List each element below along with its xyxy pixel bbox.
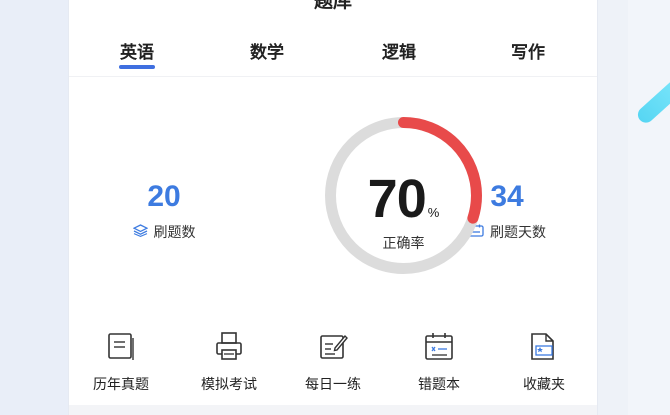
tool-favorites[interactable]: 收藏夹: [494, 330, 594, 394]
tool-mistake-book[interactable]: 错题本: [389, 330, 489, 394]
printer-icon: [213, 330, 245, 362]
tool-label: 每日一练: [305, 377, 361, 393]
tab-math[interactable]: 数学: [227, 38, 307, 63]
background-right-inner: [628, 0, 670, 415]
tool-label: 模拟考试: [201, 377, 257, 393]
stat-label-row: 刷题数: [104, 222, 224, 242]
background-left: [0, 0, 68, 415]
tab-label: 数学: [250, 43, 284, 63]
tab-label: 逻辑: [382, 43, 416, 63]
calendar-book-icon: [423, 330, 455, 362]
tool-grid: 历年真题 模拟考试 每日一练 错题本 收藏夹: [69, 330, 597, 400]
tab-logic[interactable]: 逻辑: [359, 38, 439, 63]
folder-icon: [528, 330, 560, 362]
tab-writing[interactable]: 写作: [488, 38, 568, 63]
accuracy-unit: %: [427, 205, 440, 220]
tab-english[interactable]: 英语: [97, 38, 177, 69]
active-tab-underline: [119, 65, 155, 69]
tool-label: 收藏夹: [523, 377, 565, 393]
accuracy-value: 70%: [322, 168, 485, 230]
tab-label: 写作: [511, 43, 545, 63]
question-bank-card: 题库 英语 数学 逻辑 写作 20 刷题数 34 刷题天数 70 % 正确率 历…: [68, 0, 598, 415]
stat-label: 刷题数: [153, 225, 196, 241]
layers-icon: [132, 223, 148, 241]
accuracy-label: 正确率: [382, 236, 425, 252]
edit-note-icon: [317, 330, 349, 362]
tab-label: 英语: [120, 43, 154, 63]
tool-mock-exam[interactable]: 模拟考试: [179, 330, 279, 394]
accuracy-number: 70: [367, 169, 427, 229]
tool-label: 错题本: [418, 377, 460, 393]
page-title: 题库: [313, 0, 352, 12]
document-icon: [105, 330, 137, 362]
tool-daily-practice[interactable]: 每日一练: [283, 330, 383, 394]
subject-tabs: 英语 数学 逻辑 写作: [69, 28, 597, 77]
stat-label: 刷题天数: [490, 225, 546, 241]
stat-questions-done[interactable]: 20 刷题数: [104, 180, 224, 242]
tool-past-exams[interactable]: 历年真题: [71, 330, 171, 394]
tool-label: 历年真题: [93, 377, 149, 393]
stat-value: 20: [147, 180, 181, 213]
bottom-divider: [69, 405, 597, 415]
